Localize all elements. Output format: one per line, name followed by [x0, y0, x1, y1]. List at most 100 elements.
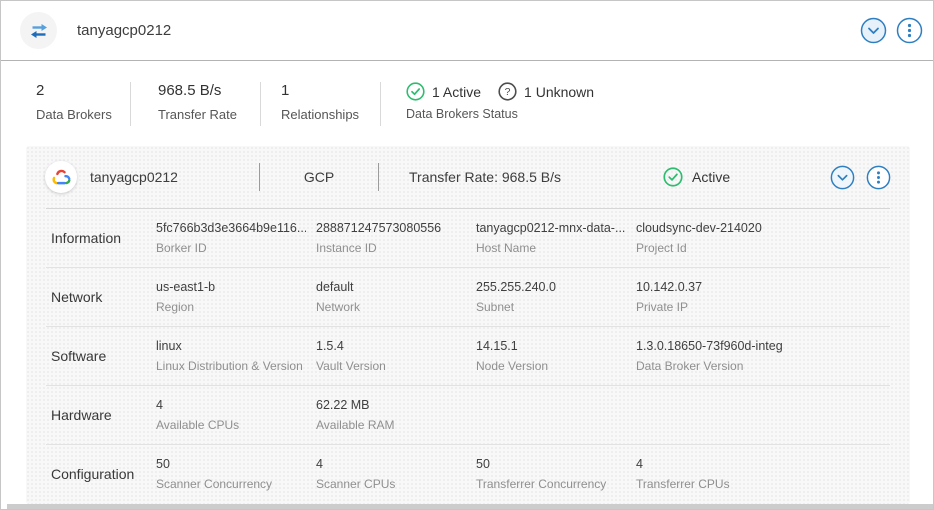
- field-value: 1.3.0.18650-73f960d-integ: [636, 339, 900, 353]
- field-value: 288871247573080556: [316, 221, 466, 235]
- field-label: Instance ID: [316, 241, 466, 255]
- field-label: Region: [156, 300, 306, 314]
- field-value: 50: [476, 457, 626, 471]
- expand-chevron-button[interactable]: [860, 17, 887, 44]
- check-circle-icon: [406, 82, 425, 101]
- stat-label: Relationships: [281, 107, 380, 122]
- field-cell: 50 Transferrer Concurrency: [476, 457, 636, 491]
- section-label: Information: [51, 230, 156, 246]
- field-cell: 4 Scanner CPUs: [316, 457, 476, 491]
- field-value: 4: [636, 457, 900, 471]
- field-cell: 255.255.240.0 Subnet: [476, 280, 636, 314]
- field-cell: 1.3.0.18650-73f960d-integ Data Broker Ve…: [636, 339, 910, 373]
- section-row-network: Network us-east1-b Region default Networ…: [26, 268, 910, 326]
- page-header-actions: [860, 17, 923, 44]
- broker-provider: GCP: [260, 169, 378, 185]
- field-cell: 50 Scanner Concurrency: [156, 457, 316, 491]
- field-cell: 4 Transferrer CPUs: [636, 457, 910, 491]
- field-cell: 10.142.0.37 Private IP: [636, 280, 910, 314]
- field-value: 1.5.4: [316, 339, 466, 353]
- horizontal-scrollbar[interactable]: [7, 504, 933, 509]
- field-label: Scanner Concurrency: [156, 477, 306, 491]
- check-circle-icon: [663, 167, 683, 187]
- broker-status-text: Active: [692, 169, 730, 185]
- kebab-menu-button[interactable]: [866, 165, 891, 190]
- field-value: tanyagcp0212-mnx-data-...: [476, 221, 626, 235]
- stat-label: Data Brokers: [36, 107, 130, 122]
- data-broker-page: { "colors": { "accent_blue": "#2e7fc2", …: [0, 0, 934, 510]
- section-row-information: Information 5fc766b3d3e3664b9e116... Bor…: [26, 209, 910, 267]
- field-value: 4: [156, 398, 306, 412]
- field-label: Available CPUs: [156, 418, 306, 432]
- section-label: Configuration: [51, 466, 156, 482]
- field-value: 50: [156, 457, 306, 471]
- section-row-software: Software linux Linux Distribution & Vers…: [26, 327, 910, 385]
- broker-name: tanyagcp0212: [90, 169, 178, 185]
- field-label: Subnet: [476, 300, 626, 314]
- field-label: Scanner CPUs: [316, 477, 466, 491]
- stat-transfer-rate: 968.5 B/s Transfer Rate: [131, 82, 261, 126]
- data-broker-card: tanyagcp0212 GCP Transfer Rate: 968.5 B/…: [26, 146, 910, 504]
- field-cell: 5fc766b3d3e3664b9e116... Borker ID: [156, 221, 316, 255]
- broker-transfer-rate: Transfer Rate: 968.5 B/s: [379, 169, 635, 185]
- question-circle-icon: ?: [498, 82, 517, 101]
- field-label: Node Version: [476, 359, 626, 373]
- field-value: us-east1-b: [156, 280, 306, 294]
- field-cell: 1.5.4 Vault Version: [316, 339, 476, 373]
- field-label: Linux Distribution & Version: [156, 359, 306, 373]
- stat-brokers-status: 1 Active ? 1 Unknown Data Brokers Status: [381, 82, 594, 145]
- broker-card-header: tanyagcp0212 GCP Transfer Rate: 968.5 B/…: [26, 146, 910, 208]
- section-row-configuration: Configuration 50 Scanner Concurrency 4 S…: [26, 445, 910, 503]
- stat-value: 1: [281, 82, 380, 99]
- sync-icon: [20, 12, 57, 49]
- collapse-chevron-button[interactable]: [830, 165, 855, 190]
- field-label: Project Id: [636, 241, 900, 255]
- field-value: 4: [316, 457, 466, 471]
- field-value: cloudsync-dev-214020: [636, 221, 900, 235]
- field-cell: us-east1-b Region: [156, 280, 316, 314]
- stats-strip: 2 Data Brokers 968.5 B/s Transfer Rate 1…: [1, 61, 933, 145]
- stat-label: Data Brokers Status: [406, 107, 594, 121]
- field-cell: tanyagcp0212-mnx-data-... Host Name: [476, 221, 636, 255]
- field-cell: 14.15.1 Node Version: [476, 339, 636, 373]
- kebab-menu-button[interactable]: [896, 17, 923, 44]
- svg-text:?: ?: [505, 86, 511, 98]
- field-label: Transferrer CPUs: [636, 477, 900, 491]
- field-label: Host Name: [476, 241, 626, 255]
- field-value: 10.142.0.37: [636, 280, 900, 294]
- broker-card-actions: [830, 165, 910, 190]
- active-count: 1 Active: [432, 84, 481, 100]
- field-label: Network: [316, 300, 466, 314]
- gcp-logo-icon: [45, 161, 77, 193]
- status-line: 1 Active ? 1 Unknown: [406, 82, 594, 101]
- stat-data-brokers: 2 Data Brokers: [1, 82, 131, 126]
- broker-status: Active: [635, 167, 730, 187]
- field-cell: 62.22 MB Available RAM: [316, 398, 476, 432]
- field-value: linux: [156, 339, 306, 353]
- field-value: 62.22 MB: [316, 398, 466, 412]
- stat-label: Transfer Rate: [158, 107, 260, 122]
- field-cell: linux Linux Distribution & Version: [156, 339, 316, 373]
- section-label: Software: [51, 348, 156, 364]
- unknown-count: 1 Unknown: [524, 84, 594, 100]
- stat-value: 968.5 B/s: [158, 82, 260, 99]
- field-value: default: [316, 280, 466, 294]
- section-label: Network: [51, 289, 156, 305]
- stat-relationships: 1 Relationships: [261, 82, 381, 126]
- field-label: Vault Version: [316, 359, 466, 373]
- broker-identity: tanyagcp0212: [26, 161, 259, 193]
- field-value: 14.15.1: [476, 339, 626, 353]
- field-label: Transferrer Concurrency: [476, 477, 626, 491]
- field-value: 255.255.240.0: [476, 280, 626, 294]
- page-header: tanyagcp0212: [1, 1, 933, 61]
- stat-value: 2: [36, 82, 130, 99]
- field-cell: cloudsync-dev-214020 Project Id: [636, 221, 910, 255]
- section-label: Hardware: [51, 407, 156, 423]
- section-row-hardware: Hardware 4 Available CPUs 62.22 MB Avail…: [26, 386, 910, 444]
- field-cell: default Network: [316, 280, 476, 314]
- field-label: Available RAM: [316, 418, 466, 432]
- field-value: 5fc766b3d3e3664b9e116...: [156, 221, 306, 235]
- page-title: tanyagcp0212: [77, 22, 171, 39]
- field-cell: 288871247573080556 Instance ID: [316, 221, 476, 255]
- field-label: Data Broker Version: [636, 359, 900, 373]
